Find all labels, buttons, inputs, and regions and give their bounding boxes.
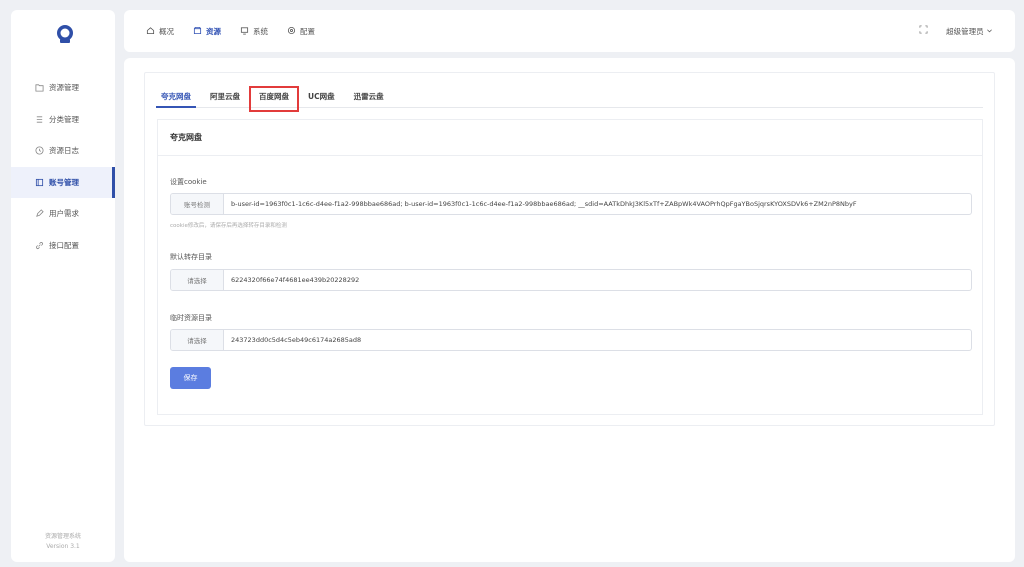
sidebar-item-label: 分类管理	[49, 114, 79, 124]
folder-icon	[35, 83, 44, 92]
tab-baidu[interactable]: 百度网盘	[249, 86, 299, 112]
topbar-right: 超级管理员	[919, 25, 1015, 37]
top-menu-overview[interactable]: 概况	[146, 26, 174, 37]
quark-panel: 夸克网盘 设置cookie 账号检测 b-user-id=1963f0c1-1c…	[157, 119, 983, 415]
chevron-down-icon	[986, 27, 993, 36]
tab-uc[interactable]: UC网盘	[303, 91, 340, 107]
topbar: 概况 资源 系统 配置 超级管理员	[124, 10, 1015, 52]
sidebar-item-requests[interactable]: 用户需求	[11, 198, 115, 230]
main-content: 夸克网盘 阿里云盘 百度网盘 UC网盘 迅雷云盘 夸克网盘 设置cookie 账…	[124, 58, 1015, 562]
top-menu-label: 配置	[300, 26, 315, 36]
account-icon	[35, 178, 44, 187]
select-temp-dir-button[interactable]: 请选择	[171, 330, 224, 350]
sidebar-item-resources[interactable]: 资源管理	[11, 72, 115, 104]
logo-icon	[57, 25, 73, 43]
select-save-dir-button[interactable]: 请选择	[171, 270, 224, 290]
sidebar-item-label: 资源日志	[49, 146, 79, 156]
sidebar-footer: 资源管理系统 Version 3.1	[11, 532, 115, 552]
top-menu-settings[interactable]: 配置	[287, 26, 315, 37]
temp-dir-input[interactable]: 243723dd0c5d4c5eb49c6174a2685ad8	[224, 330, 971, 350]
account-card: 夸克网盘 阿里云盘 百度网盘 UC网盘 迅雷云盘 夸克网盘 设置cookie 账…	[144, 72, 995, 426]
clock-icon	[35, 146, 44, 155]
sidebar-item-api-config[interactable]: 接口配置	[11, 230, 115, 262]
cookie-input[interactable]: b-user-id=1963f0c1-1c6c-d4ee-f1a2-998bba…	[224, 194, 971, 214]
save-button[interactable]: 保存	[170, 367, 211, 389]
link-icon	[35, 241, 44, 250]
fullscreen-icon[interactable]	[919, 25, 928, 37]
sidebar-item-label: 用户需求	[49, 209, 79, 219]
sidebar-item-logs[interactable]: 资源日志	[11, 135, 115, 167]
save-dir-input[interactable]: 6224320f66e74f4681ee439b20228292	[224, 270, 971, 290]
settings-icon	[287, 26, 296, 37]
top-menu-label: 概况	[159, 26, 174, 36]
temp-dir-field: 请选择 243723dd0c5d4c5eb49c6174a2685ad8	[170, 329, 972, 351]
edit-icon	[35, 209, 44, 218]
system-version: Version 3.1	[46, 543, 80, 550]
top-menu-system[interactable]: 系统	[240, 26, 268, 37]
cookie-field: 账号检测 b-user-id=1963f0c1-1c6c-d4ee-f1a2-9…	[170, 193, 972, 215]
sidebar-item-accounts[interactable]: 账号管理	[11, 166, 115, 198]
top-menu-label: 资源	[206, 26, 221, 36]
list-icon	[35, 115, 44, 124]
top-menu: 概况 资源 系统 配置	[124, 26, 334, 37]
cookie-label: 设置cookie	[170, 178, 207, 186]
sidebar-item-label: 账号管理	[49, 177, 79, 187]
top-menu-label: 系统	[253, 26, 268, 36]
sidebar-nav: 资源管理 分类管理 资源日志 账号管理 用户需求 接口配置	[11, 72, 115, 261]
temp-dir-label: 临时资源目录	[170, 314, 212, 322]
panel-title: 夸克网盘	[158, 120, 982, 156]
home-icon	[146, 26, 155, 37]
tab-quark[interactable]: 夸克网盘	[156, 91, 196, 108]
sidebar: 资源管理 分类管理 资源日志 账号管理 用户需求 接口配置 资源管理系统 Ver…	[11, 10, 115, 562]
account-check-button[interactable]: 账号检测	[171, 194, 224, 214]
user-name: 超级管理员	[946, 26, 984, 36]
user-menu[interactable]: 超级管理员	[946, 26, 993, 37]
drive-tabs: 夸克网盘 阿里云盘 百度网盘 UC网盘 迅雷云盘	[156, 86, 983, 112]
sidebar-item-label: 资源管理	[49, 83, 79, 93]
sidebar-item-label: 接口配置	[49, 240, 79, 250]
top-menu-resources[interactable]: 资源	[193, 26, 221, 37]
box-icon	[193, 26, 202, 37]
save-dir-field: 请选择 6224320f66e74f4681ee439b20228292	[170, 269, 972, 291]
sidebar-item-categories[interactable]: 分类管理	[11, 104, 115, 136]
cookie-hint: cookie修改后，请保存后再选择转存目录和检测	[170, 223, 287, 229]
save-dir-label: 默认转存目录	[170, 253, 212, 261]
monitor-icon	[240, 26, 249, 37]
system-name: 资源管理系统	[44, 533, 81, 540]
tab-aliyun[interactable]: 阿里云盘	[205, 91, 245, 107]
tab-xunlei[interactable]: 迅雷云盘	[349, 91, 389, 107]
